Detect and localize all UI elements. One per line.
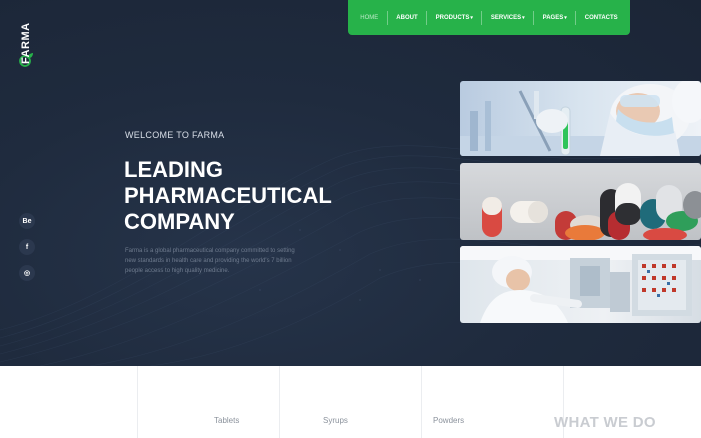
pills-photo [460, 163, 701, 240]
nav-divider [575, 10, 577, 25]
headline-line: PHARMACEUTICAL [124, 183, 332, 208]
feature-syrups[interactable]: Syrups [323, 416, 348, 425]
instagram-icon[interactable]: ◎ [19, 265, 35, 281]
brand-logo[interactable]: FARMA [20, 22, 32, 64]
feature-tablets[interactable]: Tablets [214, 416, 239, 425]
nav-item-products[interactable]: PRODUCTS ▾ [436, 15, 473, 21]
hero-section: FARMA Be f ◎ HOME ABOUT PRODUCTS ▾ SERVIC… [0, 0, 701, 366]
hero-eyebrow: WELCOME TO FARMA [125, 130, 225, 140]
cleanroom-photo [460, 246, 701, 323]
nav-item-pages[interactable]: PAGES ▾ [543, 15, 567, 21]
hero-headline: LEADING PHARMACEUTICAL COMPANY [124, 157, 332, 235]
behance-icon[interactable]: Be [19, 213, 35, 229]
lab-scientist-photo [460, 81, 701, 156]
column-divider [137, 366, 138, 438]
nav-divider [481, 10, 483, 25]
column-divider [279, 366, 280, 438]
chevron-down-icon: ▾ [564, 14, 567, 21]
chevron-down-icon: ▾ [522, 14, 525, 21]
nav-item-about[interactable]: ABOUT [396, 15, 417, 21]
nav-divider [533, 10, 535, 25]
section-title: WHAT WE DO [554, 414, 656, 431]
facebook-icon[interactable]: f [19, 239, 35, 255]
nav-item-contacts[interactable]: CONTACTS [585, 15, 618, 21]
features-section: Tablets Syrups Powders WHAT WE DO [0, 366, 701, 438]
main-navigation: HOME ABOUT PRODUCTS ▾ SERVICES ▾ PAGES ▾ CO… [348, 0, 630, 35]
hero-description: Farma is a global pharmaceutical company… [125, 248, 295, 274]
nav-divider [426, 10, 428, 25]
headline-line: LEADING [124, 157, 223, 182]
chevron-down-icon: ▾ [470, 14, 473, 21]
nav-item-services[interactable]: SERVICES ▾ [491, 15, 525, 21]
nav-divider [386, 10, 388, 25]
nav-item-home[interactable]: HOME [360, 15, 378, 21]
feature-powders[interactable]: Powders [433, 416, 464, 425]
headline-line: COMPANY [124, 209, 235, 234]
column-divider [421, 366, 422, 438]
